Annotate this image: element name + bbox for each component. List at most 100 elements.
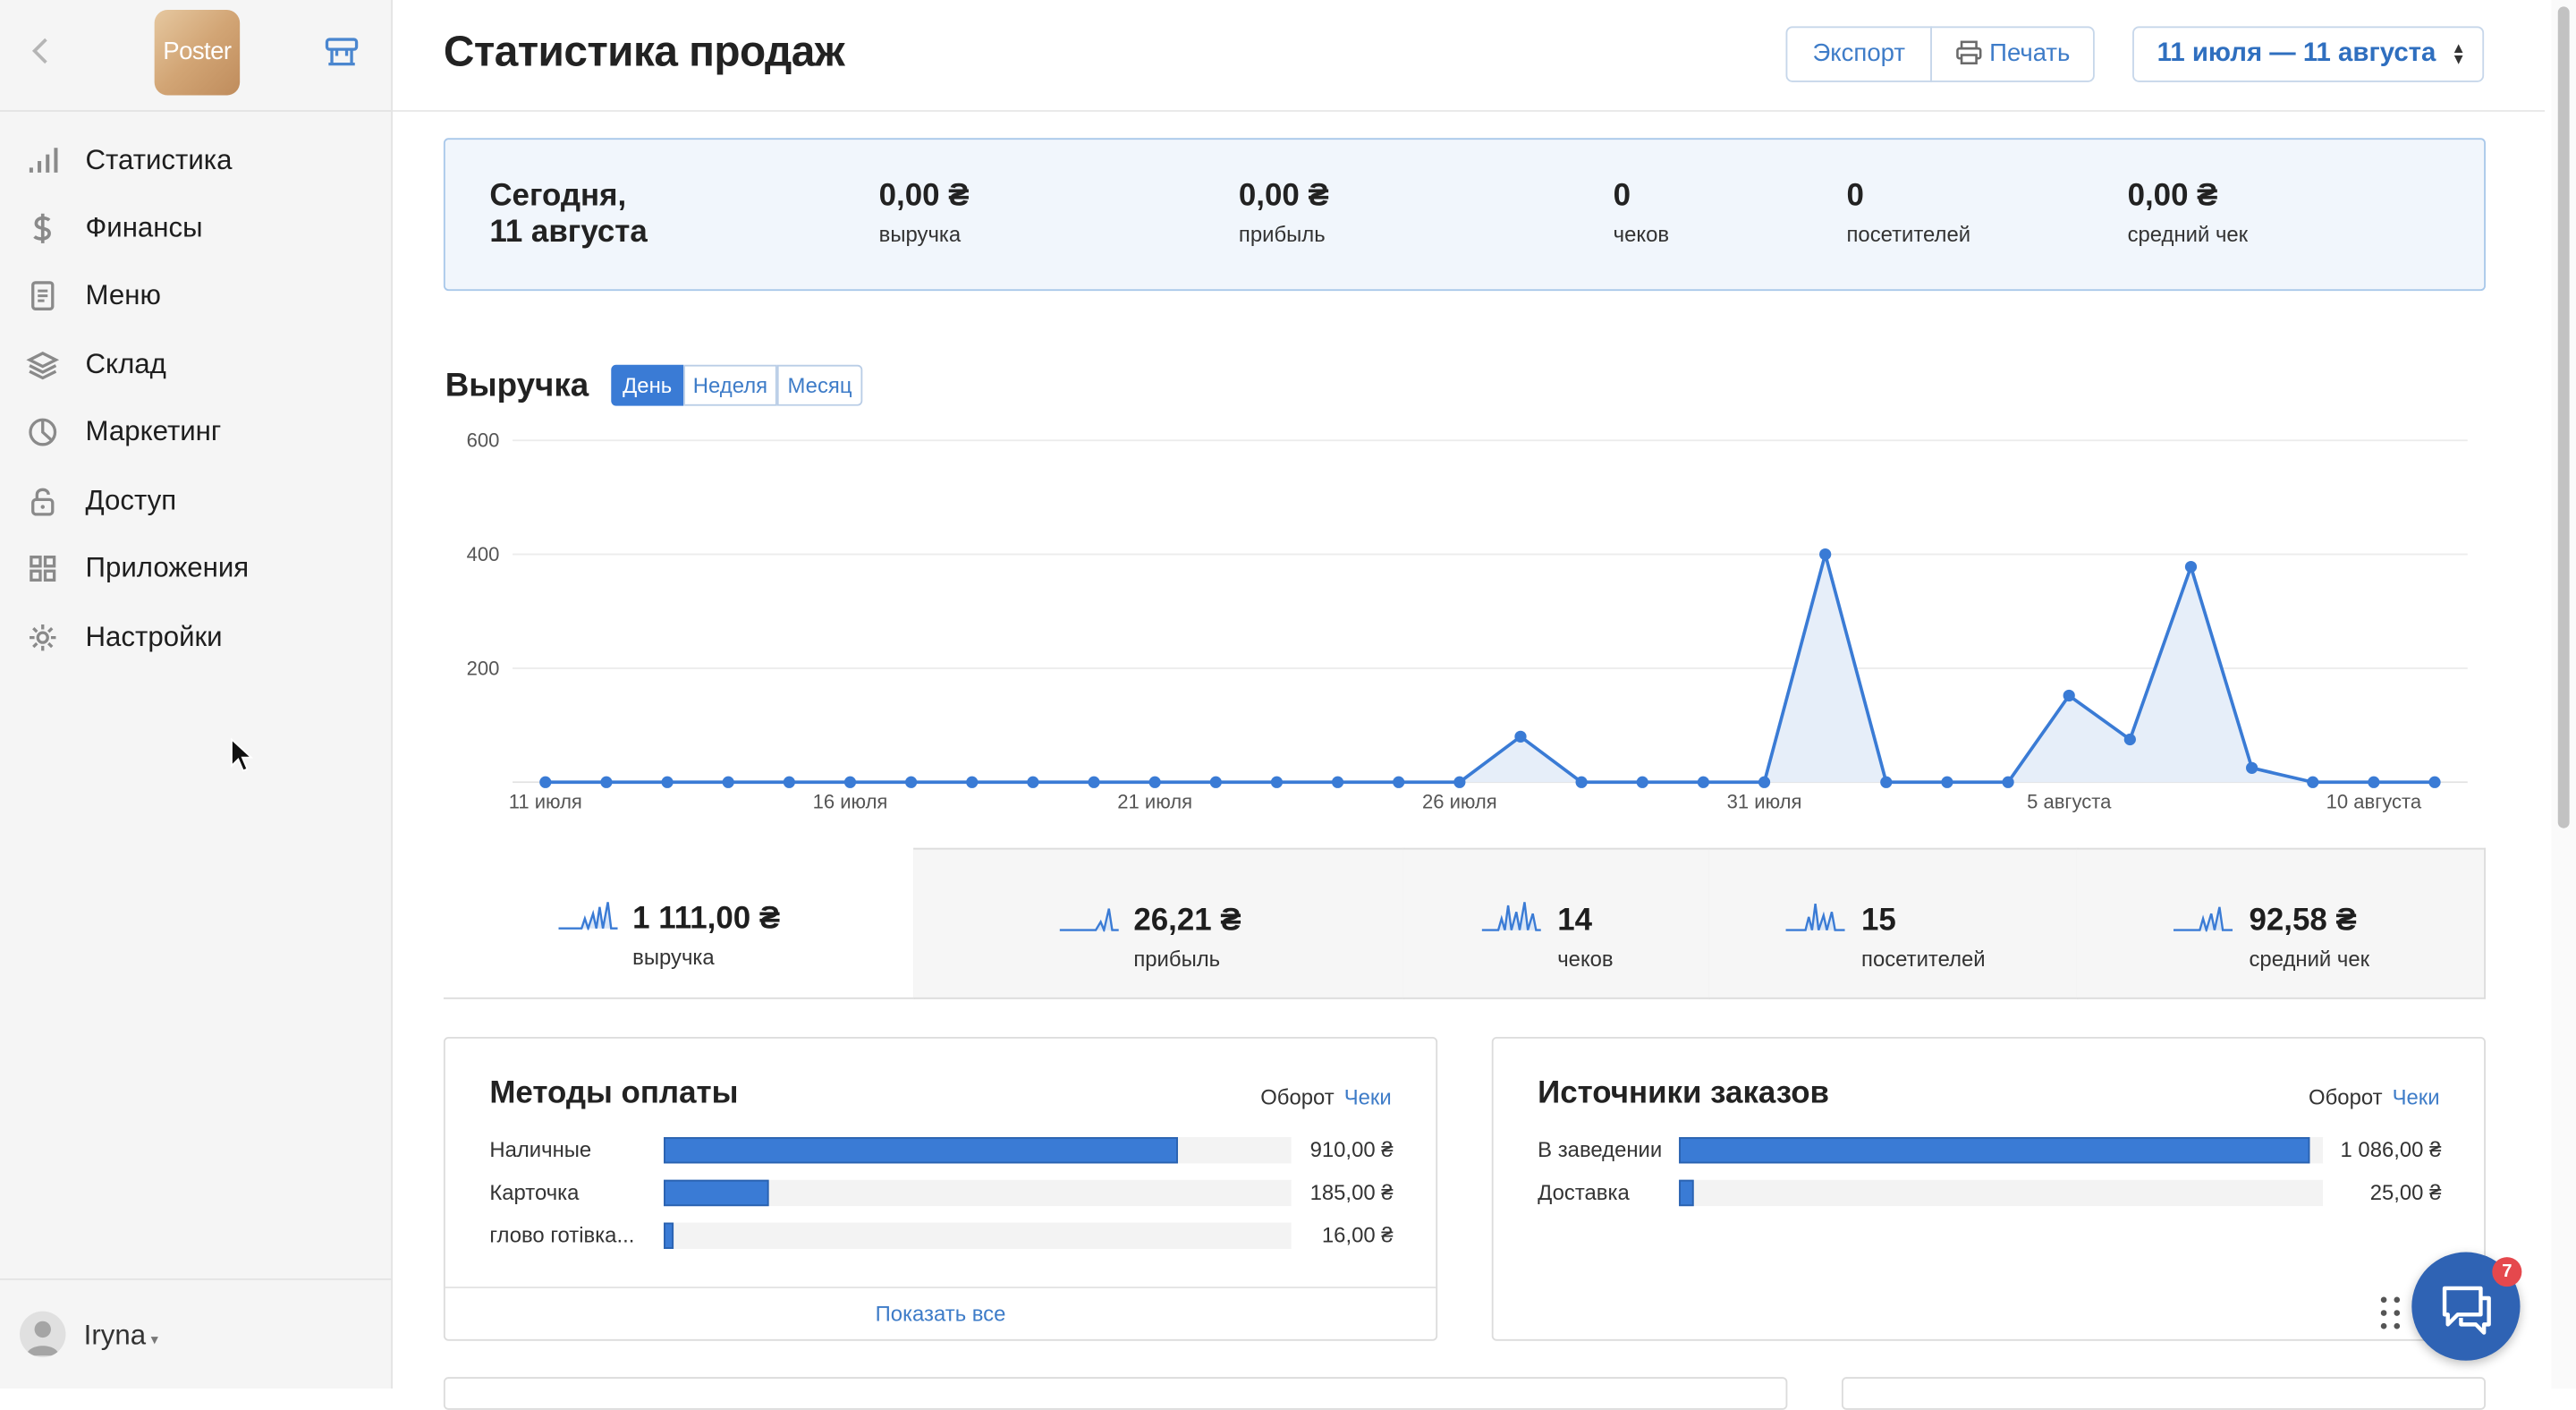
data-point bbox=[1088, 776, 1100, 788]
export-button[interactable]: Экспорт bbox=[1785, 26, 1932, 82]
summary-tile-avg-check[interactable]: 92,58 ₴ средний чек bbox=[2076, 847, 2486, 999]
stat-label: прибыль bbox=[1238, 221, 1326, 247]
card bbox=[1841, 1377, 2486, 1410]
x-tick-label: 5 августа bbox=[2027, 791, 2112, 813]
layers-icon bbox=[26, 348, 60, 381]
period-day-button[interactable]: День bbox=[611, 364, 684, 406]
stat-value: 0,00 ₴ bbox=[1238, 179, 1329, 214]
sparkline-icon bbox=[1785, 904, 1845, 931]
tab-turnover[interactable]: Оборот bbox=[2309, 1084, 2383, 1109]
bar-fill bbox=[1679, 1179, 1694, 1207]
summary-value: 26,21 ₴ bbox=[1133, 904, 1241, 939]
card-tabs: Оборот Чеки bbox=[1260, 1084, 1392, 1110]
summary-tile-visitors[interactable]: 15 посетителей bbox=[1708, 847, 2079, 999]
sidebar-item-settings[interactable]: Настройки bbox=[0, 605, 391, 670]
sidebar-item-finance[interactable]: Финансы bbox=[0, 196, 391, 261]
print-button[interactable]: Печать bbox=[1930, 26, 2095, 82]
data-point bbox=[1331, 776, 1344, 788]
logo[interactable]: Poster bbox=[154, 10, 241, 96]
sparkline-icon bbox=[1481, 902, 1541, 931]
bar-row: В заведении 1 086,00 ₴ bbox=[1538, 1135, 2441, 1165]
tab-checks[interactable]: Чеки bbox=[2393, 1084, 2440, 1109]
period-week-button[interactable]: Неделя bbox=[683, 364, 777, 406]
avatar[interactable] bbox=[20, 1311, 66, 1358]
sidebar-item-apps[interactable]: Приложения bbox=[0, 536, 391, 601]
drag-handle-icon[interactable] bbox=[2377, 1295, 2403, 1330]
tab-turnover[interactable]: Оборот bbox=[1260, 1084, 1335, 1109]
period-month-button[interactable]: Месяц bbox=[776, 364, 863, 406]
summary-value: 15 bbox=[1861, 904, 1896, 939]
card bbox=[443, 1377, 1788, 1410]
stat-value: 0 bbox=[1846, 179, 1864, 214]
page-title: Статистика продаж bbox=[443, 26, 845, 76]
data-point bbox=[661, 776, 674, 788]
data-point bbox=[966, 776, 979, 788]
bar-label: глово готівка... bbox=[489, 1222, 635, 1248]
summary-value: 1 111,00 ₴ bbox=[632, 902, 781, 937]
summary-label: посетителей bbox=[1861, 946, 1986, 972]
user-name: Iryna bbox=[83, 1319, 147, 1351]
x-tick-label: 26 июля bbox=[1422, 791, 1497, 813]
card-tabs: Оборот Чеки bbox=[2309, 1084, 2440, 1110]
sparkline-icon bbox=[2173, 906, 2233, 932]
data-point bbox=[1027, 776, 1039, 788]
data-point bbox=[1941, 776, 1953, 788]
divider bbox=[0, 110, 392, 112]
data-point bbox=[1148, 776, 1161, 788]
data-point bbox=[1209, 776, 1222, 788]
user-menu[interactable]: Iryna ▾ bbox=[84, 1320, 158, 1355]
bar-track bbox=[664, 1136, 1292, 1164]
data-point bbox=[2184, 560, 2198, 573]
data-point bbox=[843, 776, 857, 788]
bar-row: Карточка 185,00 ₴ bbox=[489, 1178, 1394, 1208]
data-point bbox=[539, 776, 552, 788]
bar-chart-icon bbox=[26, 145, 59, 178]
revenue-title: Выручка bbox=[445, 368, 589, 404]
stat-label: выручка bbox=[878, 221, 962, 247]
y-tick-label: 400 bbox=[467, 543, 500, 565]
bar-value: 25,00 ₴ bbox=[2369, 1179, 2442, 1205]
sidebar-item-menu[interactable]: Меню bbox=[0, 263, 391, 328]
back-chevron-icon[interactable] bbox=[23, 33, 59, 69]
sidebar-item-marketing[interactable]: Маркетинг bbox=[0, 399, 391, 464]
bar-label: В заведении bbox=[1538, 1136, 1663, 1162]
stat-label: чеков bbox=[1613, 221, 1670, 247]
tab-checks[interactable]: Чеки bbox=[1344, 1084, 1392, 1109]
mouse-cursor-icon bbox=[230, 737, 254, 774]
today-label-line2: 11 августа bbox=[489, 215, 648, 251]
summary-label: чеков bbox=[1557, 946, 1614, 972]
data-point bbox=[2307, 776, 2319, 788]
summary-tile-revenue[interactable]: 1 111,00 ₴ выручка bbox=[443, 847, 916, 999]
stat-value: 0 bbox=[1613, 179, 1631, 214]
bar-track bbox=[1679, 1136, 2324, 1164]
sidebar-item-access[interactable]: Доступ bbox=[0, 468, 391, 533]
bar-value: 910,00 ₴ bbox=[1309, 1136, 1394, 1162]
bar-fill bbox=[664, 1222, 674, 1249]
scrollbar-thumb[interactable] bbox=[2557, 6, 2570, 828]
store-icon[interactable] bbox=[324, 36, 360, 69]
sidebar-item-label: Настройки bbox=[85, 621, 223, 653]
summary-tile-profit[interactable]: 26,21 ₴ прибыль bbox=[913, 847, 1405, 999]
stat-value: 0,00 ₴ bbox=[878, 179, 970, 214]
summary-tile-checks[interactable]: 14 чеков bbox=[1402, 847, 1711, 999]
sidebar-item-statistics[interactable]: Статистика bbox=[0, 128, 391, 193]
sidebar-item-label: Финансы bbox=[85, 211, 203, 243]
data-point bbox=[1636, 776, 1648, 788]
stat-value: 0,00 ₴ bbox=[2127, 179, 2218, 214]
date-range-picker[interactable]: 11 июля — 11 августа ▲ ▼ bbox=[2132, 26, 2485, 82]
show-all-link[interactable]: Показать все bbox=[445, 1302, 1436, 1328]
x-tick-label: 21 июля bbox=[1117, 791, 1192, 813]
document-icon bbox=[26, 279, 59, 312]
today-stat-revenue: 0,00 ₴ выручка bbox=[879, 179, 970, 248]
bar-label: Доставка bbox=[1538, 1179, 1630, 1205]
date-range-label: 11 июля — 11 августа bbox=[2157, 39, 2436, 68]
bar-row: глово готівка... 16,00 ₴ bbox=[489, 1221, 1394, 1251]
x-tick-label: 16 июля bbox=[813, 791, 888, 813]
today-label-line1: Сегодня, bbox=[489, 179, 627, 214]
data-point bbox=[2002, 776, 2014, 788]
sidebar-item-warehouse[interactable]: Склад bbox=[0, 332, 391, 397]
bar-value: 185,00 ₴ bbox=[1309, 1179, 1394, 1205]
y-tick-label: 600 bbox=[467, 429, 500, 452]
data-point bbox=[1575, 776, 1588, 788]
bar-value: 1 086,00 ₴ bbox=[2340, 1136, 2442, 1162]
